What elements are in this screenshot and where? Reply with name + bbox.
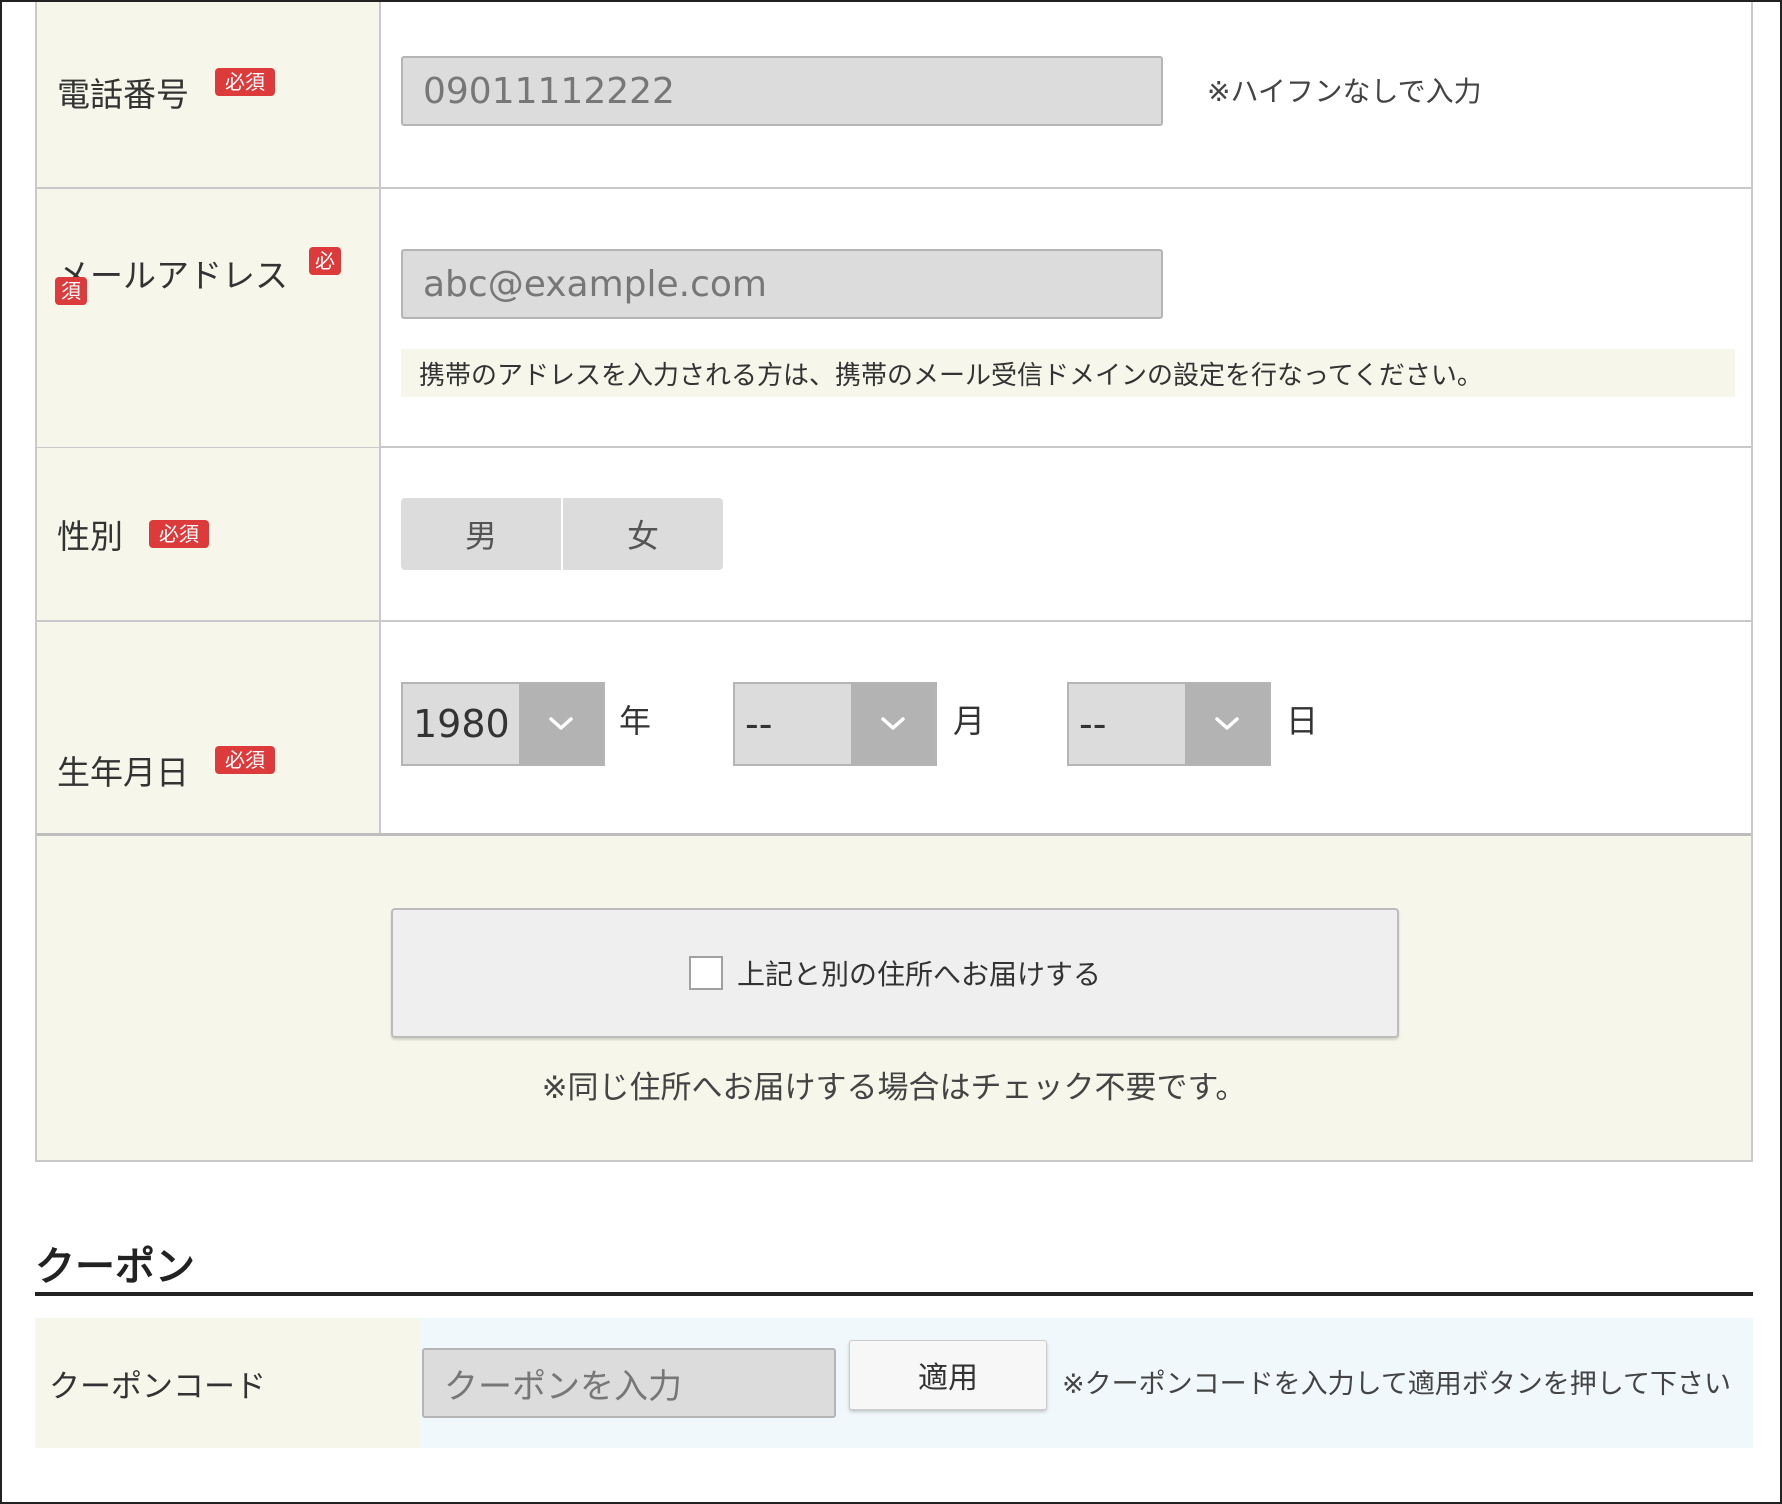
email-row: メールアドレス 必 須 abc@example.com 携帯のアドレスを入力され… — [37, 189, 1751, 448]
birthday-label-cell: 生年月日 必須 — [37, 622, 381, 833]
birthday-value-cell: 1980 年 -- 月 -- 日 — [381, 622, 1751, 833]
alt-address-label: 上記と別の住所へお届けする — [736, 958, 1101, 991]
gender-label: 性別 — [57, 517, 123, 556]
required-badge-part2: 須 — [55, 277, 87, 305]
birth-year-select[interactable]: 1980 — [401, 682, 605, 766]
phone-input[interactable]: 09011112222 — [401, 56, 1163, 126]
delivery-note: ※同じ住所へお届けする場合はチェック不要です。 — [541, 1070, 1247, 1106]
alt-address-checkbox[interactable] — [688, 956, 723, 990]
required-badge: 必須 — [149, 520, 209, 548]
birth-day-value: -- — [1079, 702, 1107, 746]
coupon-heading: クーポン — [35, 1244, 195, 1290]
customer-form-table: 電話番号 必須 09011112222 ※ハイフンなしで入力 メールアドレス 必… — [35, 2, 1753, 836]
email-input[interactable]: abc@example.com — [401, 249, 1163, 319]
gender-female-button[interactable]: 女 — [563, 498, 723, 570]
gender-toggle-group: 男 女 — [401, 498, 723, 570]
birth-day-select[interactable]: -- — [1067, 682, 1271, 766]
gender-row: 性別 必須 男 女 — [37, 448, 1751, 622]
coupon-code-label: クーポンコード — [35, 1318, 420, 1448]
year-unit: 年 — [619, 702, 652, 740]
phone-label: 電話番号 — [57, 75, 189, 114]
day-unit: 日 — [1286, 702, 1319, 740]
birth-month-value: -- — [745, 702, 773, 746]
birth-year-value: 1980 — [413, 702, 510, 746]
required-badge: 必須 — [215, 68, 275, 96]
birth-month-select[interactable]: -- — [733, 682, 937, 766]
gender-label-cell: 性別 必須 — [37, 448, 381, 620]
email-label-cell: メールアドレス 必 須 — [37, 189, 381, 447]
email-label: メールアドレス — [57, 256, 288, 295]
email-notice: 携帯のアドレスを入力される方は、携帯のメール受信ドメインの設定を行なってください… — [401, 349, 1735, 397]
email-value-cell: abc@example.com 携帯のアドレスを入力される方は、携帯のメール受信… — [381, 189, 1751, 446]
coupon-value-cell: クーポンを入力 適用 ※クーポンコードを入力して適用ボタンを押して下さい — [420, 1318, 1753, 1448]
chevron-down-icon — [851, 684, 935, 764]
coupon-note: ※クーポンコードを入力して適用ボタンを押して下さい — [1062, 1369, 1732, 1400]
required-badge-part1: 必 — [309, 247, 341, 275]
gender-value-cell: 男 女 — [381, 448, 1751, 620]
page-frame: 電話番号 必須 09011112222 ※ハイフンなしで入力 メールアドレス 必… — [0, 0, 1782, 1504]
birthday-label: 生年月日 — [57, 753, 189, 792]
gender-male-button[interactable]: 男 — [401, 498, 561, 570]
coupon-divider — [35, 1292, 1753, 1296]
delivery-section: 上記と別の住所へお届けする ※同じ住所へお届けする場合はチェック不要です。 — [35, 836, 1753, 1162]
birthday-row: 生年月日 必須 1980 年 -- 月 -- 日 — [37, 622, 1751, 836]
chevron-down-icon — [519, 684, 603, 764]
coupon-input[interactable]: クーポンを入力 — [422, 1348, 836, 1418]
phone-note: ※ハイフンなしで入力 — [1207, 75, 1482, 108]
phone-value-cell: 09011112222 ※ハイフンなしで入力 — [381, 2, 1751, 187]
month-unit: 月 — [953, 702, 986, 740]
alt-address-toggle[interactable]: 上記と別の住所へお届けする — [391, 908, 1399, 1038]
apply-coupon-button[interactable]: 適用 — [849, 1340, 1047, 1410]
email-label-wrap: メールアドレス 必 須 — [55, 247, 341, 305]
required-badge: 必須 — [215, 746, 275, 774]
coupon-row: クーポンコード クーポンを入力 適用 ※クーポンコードを入力して適用ボタンを押し… — [35, 1318, 1753, 1448]
phone-row: 電話番号 必須 09011112222 ※ハイフンなしで入力 — [37, 2, 1751, 189]
phone-label-cell: 電話番号 必須 — [37, 2, 381, 187]
chevron-down-icon — [1185, 684, 1269, 764]
